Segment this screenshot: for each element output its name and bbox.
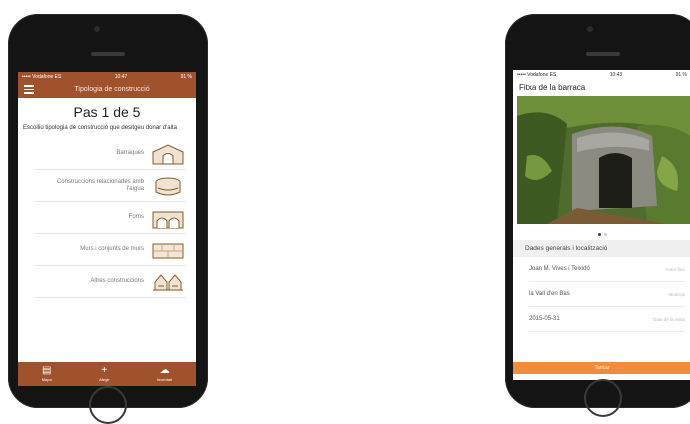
detail-row: 2015-05-31 Data de la visita	[529, 307, 685, 332]
nav-map[interactable]: ▤ Mapa	[41, 365, 52, 383]
nav-label: Afegir	[99, 377, 110, 382]
left-screen: ••••• Vodafone ES 10:47 91 % Tipologia d…	[18, 72, 196, 386]
right-phone: ••••• Vodafone ES 10:43 91 % Fitxa de la…	[505, 14, 690, 417]
other-icon	[153, 273, 183, 290]
row-value: 2015-05-31	[529, 316, 560, 322]
map-icon: ▤	[41, 365, 52, 376]
bottom-nav: ▤ Mapa + Afegir ☁ Inventari	[18, 362, 196, 386]
left-phone: ••••• Vodafone ES 10:47 91 % Tipologia d…	[8, 14, 208, 424]
section-header: Dades generals i localització	[513, 240, 690, 257]
step-title: Pas 1 de 5	[73, 104, 141, 120]
app-title: Tipologia de construcció	[74, 86, 150, 93]
instruction-text: Escolliu tipologia de construcció que de…	[23, 125, 177, 131]
clock: 10:47	[114, 73, 128, 80]
detail-row: la Vall d'en Bas Municipi	[529, 282, 685, 307]
cloud-icon: ☁	[159, 365, 170, 376]
nav-add[interactable]: + Afegir	[99, 365, 110, 383]
menu-icon[interactable]	[24, 85, 34, 94]
page-title: Fitxa de la barraca	[519, 83, 586, 92]
app-header: ••••• Vodafone ES 10:47 91 % Tipologia d…	[18, 72, 196, 98]
carrier: ••••• Vodafone ES	[22, 73, 62, 80]
category-other[interactable]: Altres construccions	[34, 266, 186, 298]
row-value: la Vall d'en Bas	[529, 291, 570, 297]
speaker-grille	[91, 52, 125, 56]
category-label: Altres construccions	[90, 278, 144, 284]
well-icon	[155, 177, 181, 195]
oven-icon	[152, 211, 184, 228]
close-button[interactable]: Tancar	[513, 362, 690, 374]
front-camera	[587, 26, 593, 32]
nav-label: Inventari	[156, 377, 173, 382]
row-key: Autor foto	[665, 266, 685, 272]
category-label: Forns	[128, 214, 144, 220]
clock: 10:43	[609, 71, 623, 78]
category-walls[interactable]: Murs i conjunts de murs	[34, 234, 186, 266]
speaker-grille	[586, 52, 620, 56]
category-label: Construccions relacionades amb l'aigua	[56, 178, 144, 192]
detail-row: Joan M. Vives i Teixidó Autor foto	[529, 257, 685, 282]
battery: 91 %	[180, 73, 192, 80]
carrier: ••••• Vodafone ES	[517, 71, 557, 78]
hut-photo[interactable]	[517, 96, 690, 224]
battery: 91 %	[675, 71, 687, 78]
front-camera	[94, 26, 100, 32]
home-button[interactable]	[89, 386, 127, 424]
carousel-dots[interactable]	[513, 229, 690, 240]
category-label: Barraques	[116, 150, 144, 156]
row-key: Municipi	[668, 291, 685, 297]
wall-icon	[152, 243, 184, 258]
hut-icon	[152, 143, 184, 164]
row-value: Joan M. Vives i Teixidó	[529, 266, 590, 272]
nav-label: Mapa	[41, 377, 52, 382]
status-bar: ••••• Vodafone ES 10:47 91 %	[18, 72, 196, 81]
row-key: Data de la visita	[652, 316, 685, 322]
right-screen: ••••• Vodafone ES 10:43 91 % Fitxa de la…	[513, 70, 690, 380]
status-bar: ••••• Vodafone ES 10:43 91 %	[513, 70, 690, 79]
category-label: Murs i conjunts de murs	[80, 246, 144, 252]
plus-icon: +	[101, 365, 108, 376]
nav-inventory[interactable]: ☁ Inventari	[156, 365, 173, 383]
home-button[interactable]	[584, 379, 622, 417]
category-water[interactable]: Construccions relacionades amb l'aigua	[34, 170, 186, 202]
category-ovens[interactable]: Forns	[34, 202, 186, 234]
category-huts[interactable]: Barraques	[34, 138, 186, 170]
